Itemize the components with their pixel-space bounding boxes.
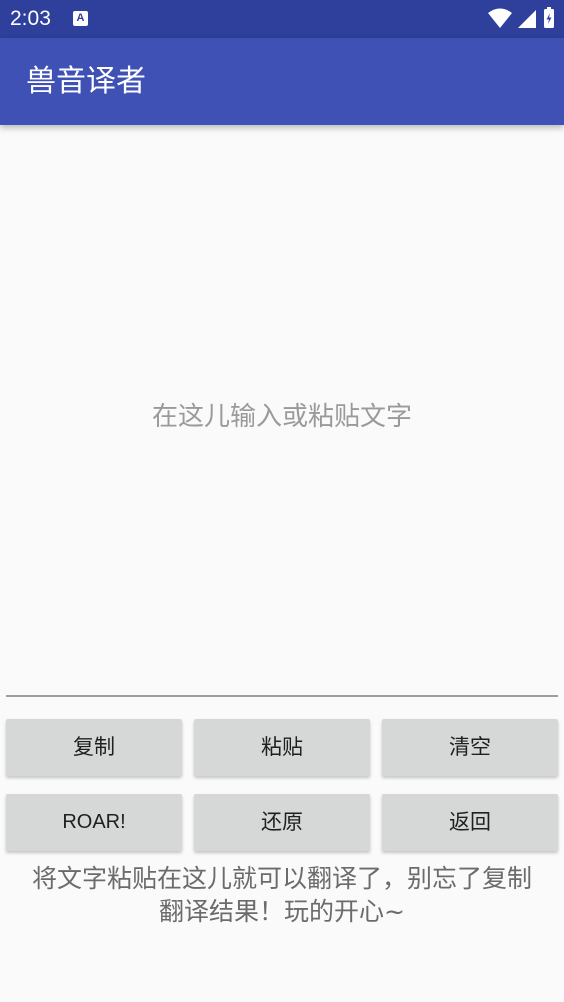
restore-button[interactable]: 还原 (194, 794, 370, 851)
app-bar: 兽音译者 (0, 38, 564, 125)
status-bar: 2:03 A (0, 0, 564, 38)
copy-button[interactable]: 复制 (6, 719, 182, 776)
footer-instructions: 将文字粘贴在这儿就可以翻译了，别忘了复制 翻译结果！玩的开心~ (0, 862, 564, 928)
text-input[interactable] (6, 125, 558, 695)
status-icons (486, 7, 556, 31)
footer-line-1: 将文字粘贴在这儿就可以翻译了，别忘了复制 (31, 864, 532, 893)
signal-icon (518, 10, 536, 28)
text-area[interactable]: 在这儿输入或粘贴文字 (6, 125, 558, 697)
status-time: 2:03 (10, 7, 51, 30)
clear-button[interactable]: 清空 (382, 719, 558, 776)
paste-button[interactable]: 粘贴 (194, 719, 370, 776)
roar-button[interactable]: ROAR! (6, 794, 182, 851)
app-title: 兽音译者 (26, 64, 146, 99)
notification-icon: A (73, 11, 88, 26)
back-button[interactable]: 返回 (382, 794, 558, 851)
battery-icon (544, 7, 554, 28)
footer-line-2: 翻译结果！玩的开心~ (159, 897, 405, 926)
wifi-icon (488, 8, 512, 28)
